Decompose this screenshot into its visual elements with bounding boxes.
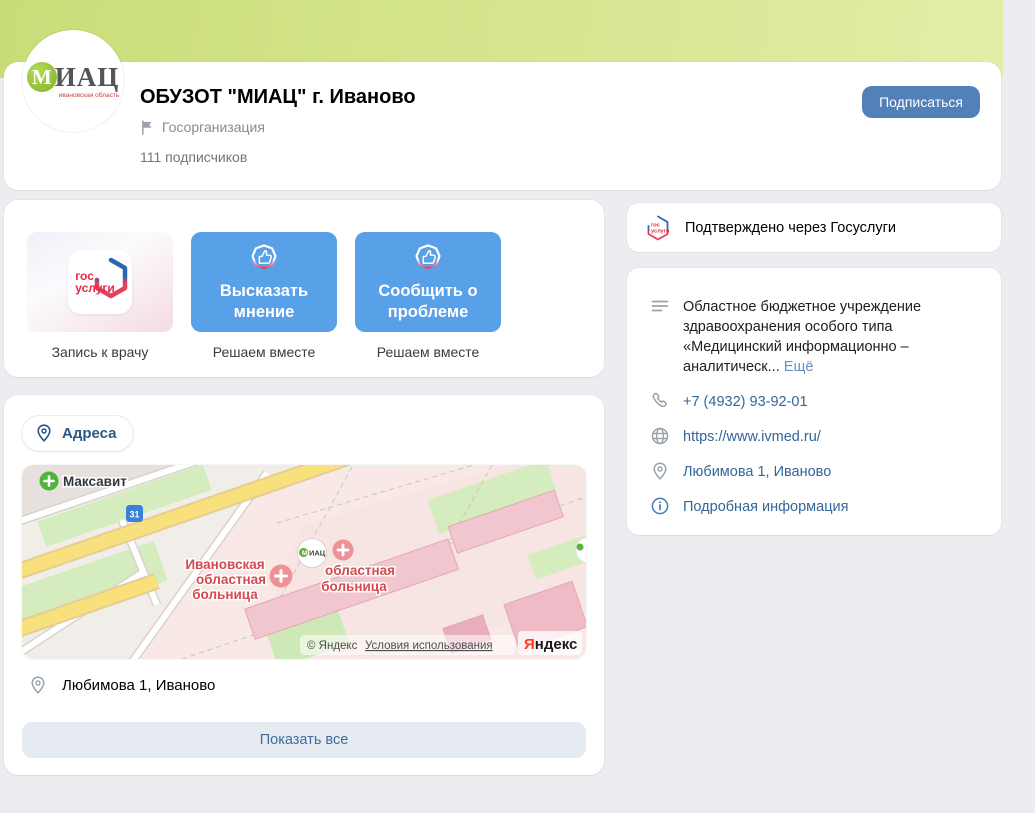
svg-text:больница: больница <box>192 587 258 602</box>
show-more-link[interactable]: Ещё <box>784 359 814 375</box>
verified-label: Подтверждено через Госуслуги <box>685 220 896 236</box>
menu-caption: Решаем вместе <box>377 344 480 360</box>
hospital-label-1: Ивановская областная больница <box>185 557 266 602</box>
opinion-tile[interactable]: Высказать мнение <box>191 232 337 332</box>
svg-text:Яндекс: Яндекс <box>524 636 577 653</box>
miac-logo-m: М <box>27 62 57 92</box>
addresses-pill-button[interactable]: Адреса <box>22 416 133 451</box>
gosuslugi-logo-icon: гос услуги <box>68 250 132 314</box>
flag-icon <box>140 120 155 135</box>
followers-count[interactable]: 111 подписчиков <box>140 149 247 165</box>
problem-tile-title: Сообщить о проблеме <box>368 281 488 323</box>
community-avatar[interactable]: М ИАЦ ивановская область <box>22 30 124 132</box>
menu-caption: Решаем вместе <box>213 344 316 360</box>
gosuslugi-verified-icon: гос услуги <box>644 214 672 242</box>
location-pin-icon <box>650 461 670 481</box>
yandex-logo: Яндекс <box>518 631 582 655</box>
gosuslugi-text-line2: услуги <box>75 282 115 294</box>
description-row: Областное бюджетное учреждение здравоохр… <box>650 297 981 377</box>
phone-link: +7 (4932) 93-92-01 <box>683 392 808 412</box>
map-terms-link: Условия использования <box>365 640 493 652</box>
org-type-row: Госорганизация <box>140 119 265 135</box>
location-pin-icon <box>28 675 48 695</box>
opinion-tile-title: Высказать мнение <box>204 281 324 323</box>
address-list-item[interactable]: Любимова 1, Иваново <box>28 676 215 695</box>
miac-logo-text: ИАЦ <box>55 64 120 91</box>
website-row[interactable]: https://www.ivmed.ru/ <box>650 427 981 447</box>
description-icon <box>650 296 670 316</box>
thumbs-up-badge-icon <box>247 242 281 276</box>
thumbs-up-badge-icon <box>411 242 445 276</box>
show-all-button[interactable]: Показать все <box>22 722 586 758</box>
hospital-label-2: областная больница <box>321 563 395 594</box>
details-row[interactable]: Подробная информация <box>650 497 981 517</box>
verified-card: гос услуги Подтверждено через Госуслуги <box>627 203 1001 252</box>
community-description: Областное бюджетное учреждение здравоохр… <box>683 297 981 377</box>
menu-item-opinion[interactable]: Высказать мнение Решаем вместе <box>191 232 337 360</box>
pharmacy-label: Максавит <box>63 474 127 489</box>
svg-text:услуги: услуги <box>651 228 670 234</box>
location-pin-icon <box>34 423 54 443</box>
miac-map-marker: М ИАЦ <box>298 539 327 568</box>
globe-icon <box>650 426 670 446</box>
community-header-card: М ИАЦ ивановская область ОБУЗОТ "МИАЦ" г… <box>4 62 1001 190</box>
community-title: ОБУЗОТ "МИАЦ" г. Иваново <box>140 86 416 109</box>
website-link: https://www.ivmed.ru/ <box>683 427 821 447</box>
community-menu-card: гос услуги Запись к врачу <box>4 200 604 377</box>
phone-icon <box>650 391 670 411</box>
details-link: Подробная информация <box>683 497 848 517</box>
miac-logo-subtitle: ивановская область <box>59 93 119 100</box>
community-info-card: Областное бюджетное учреждение здравоохр… <box>627 268 1001 535</box>
yandex-map[interactable]: Максавит 31 Ивановская областная больниц… <box>22 465 586 659</box>
addresses-title: Адреса <box>62 425 117 442</box>
transit-stop-icon: 31 <box>126 505 143 522</box>
address-link: Любимова 1, Иваново <box>683 462 831 482</box>
subscribe-button[interactable]: Подписаться <box>862 86 980 118</box>
org-type-label: Госорганизация <box>162 119 265 135</box>
address-row[interactable]: Любимова 1, Иваново <box>650 462 981 482</box>
svg-text:М: М <box>302 550 307 557</box>
miac-logo-icon: М ИАЦ ивановская область <box>27 62 120 100</box>
svg-text:Ивановская: Ивановская <box>185 557 264 572</box>
map-copyright: © Яндекс <box>307 640 358 652</box>
menu-caption: Запись к врачу <box>52 344 149 360</box>
svg-text:ИАЦ: ИАЦ <box>309 549 326 558</box>
svg-text:областная: областная <box>196 572 266 587</box>
problem-tile[interactable]: Сообщить о проблеме <box>355 232 501 332</box>
svg-text:областная: областная <box>325 563 395 578</box>
menu-item-problem[interactable]: Сообщить о проблеме Решаем вместе <box>355 232 501 360</box>
address-text: Любимова 1, Иваново <box>62 677 215 694</box>
svg-text:больница: больница <box>321 579 387 594</box>
menu-item-gosuslugi[interactable]: гос услуги Запись к врачу <box>27 232 173 360</box>
gosuslugi-tile[interactable]: гос услуги <box>27 232 173 332</box>
community-menu: гос услуги Запись к врачу <box>27 232 501 360</box>
addresses-card: Адреса <box>4 395 604 775</box>
vk-community-page: М ИАЦ ивановская область ОБУЗОТ "МИАЦ" г… <box>0 0 1035 813</box>
map-canvas: Максавит 31 Ивановская областная больниц… <box>22 465 586 659</box>
svg-text:31: 31 <box>129 510 139 520</box>
phone-row[interactable]: +7 (4932) 93-92-01 <box>650 392 981 412</box>
info-icon <box>650 496 670 516</box>
